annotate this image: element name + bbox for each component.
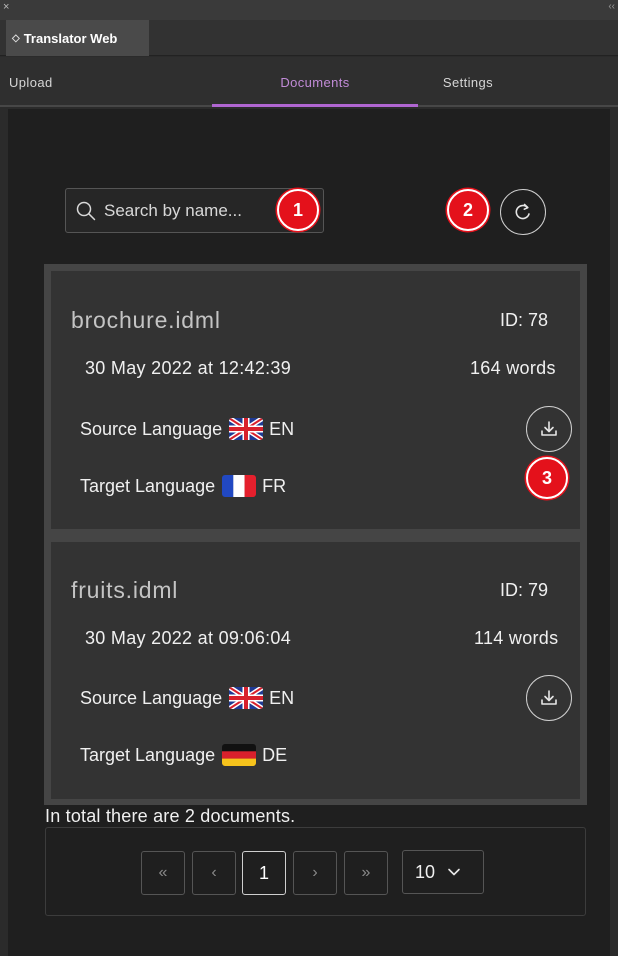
- target-language-row: Target Language FR: [80, 475, 286, 497]
- total-documents-text: In total there are 2 documents.: [45, 806, 296, 826]
- target-language-label: Target Language: [80, 744, 216, 765]
- refresh-icon: [515, 203, 530, 220]
- document-name: brochure.idml: [71, 307, 221, 333]
- page-size-value: 10: [415, 861, 436, 882]
- fr-flag-icon: [222, 475, 257, 497]
- page-size-select[interactable]: 10: [402, 850, 484, 894]
- document-date: 30 May 2022 at 12:42:39: [85, 358, 292, 378]
- source-language-label: Source Language: [80, 687, 223, 708]
- panel-title: Translator Web: [23, 30, 118, 46]
- annotation-marker-1: 1: [277, 189, 319, 231]
- source-language-row: Source Language EN: [80, 418, 294, 440]
- target-language-row: Target Language DE: [80, 744, 287, 766]
- tab-documents[interactable]: Documents: [212, 57, 418, 107]
- refresh-button[interactable]: [500, 189, 546, 235]
- download-button[interactable]: [526, 406, 572, 452]
- tab-upload[interactable]: Upload: [0, 57, 120, 107]
- panel-menu-chevron-icon: ◇: [12, 32, 20, 44]
- source-language-label: Source Language: [80, 418, 223, 439]
- document-id: ID: 78: [500, 310, 549, 330]
- target-language-code: FR: [262, 475, 287, 496]
- gb-flag-icon: [229, 418, 264, 440]
- next-page-button[interactable]: ›: [293, 851, 337, 895]
- prev-page-button[interactable]: ‹: [192, 851, 236, 895]
- collapse-icon[interactable]: ‹‹: [608, 1, 615, 13]
- source-language-row: Source Language EN: [80, 687, 294, 709]
- source-language-code: EN: [269, 687, 295, 708]
- download-button[interactable]: [526, 675, 572, 721]
- download-icon: [541, 690, 557, 705]
- active-tab-indicator: [212, 104, 418, 107]
- panel-tab-translator-web[interactable]: ◇ Translator Web: [6, 20, 149, 56]
- target-language-label: Target Language: [80, 475, 216, 496]
- target-language-code: DE: [262, 744, 288, 765]
- document-word-count: 114 words: [474, 628, 559, 648]
- document-date: 30 May 2022 at 09:06:04: [85, 628, 292, 648]
- first-page-button[interactable]: «: [141, 851, 185, 895]
- de-flag-icon: [222, 744, 257, 766]
- document-name: fruits.idml: [71, 577, 179, 603]
- close-icon[interactable]: ×: [3, 1, 9, 13]
- document-word-count: 164 words: [470, 358, 556, 378]
- annotation-marker-2: 2: [447, 189, 489, 231]
- document-id: ID: 79: [500, 580, 549, 600]
- search-icon: [76, 201, 96, 220]
- tab-bar: Upload Documents Settings: [0, 57, 618, 107]
- page-1-button[interactable]: 1: [242, 851, 286, 895]
- tab-settings[interactable]: Settings: [418, 57, 518, 107]
- gb-flag-icon: [229, 687, 264, 709]
- source-language-code: EN: [269, 418, 295, 439]
- download-icon: [541, 421, 557, 436]
- annotation-marker-3: 3: [526, 457, 568, 499]
- chevron-down-icon: [448, 868, 460, 876]
- search-input[interactable]: [104, 200, 284, 221]
- last-page-button[interactable]: »: [344, 851, 388, 895]
- panel-top-strip: × ‹‹: [0, 0, 618, 20]
